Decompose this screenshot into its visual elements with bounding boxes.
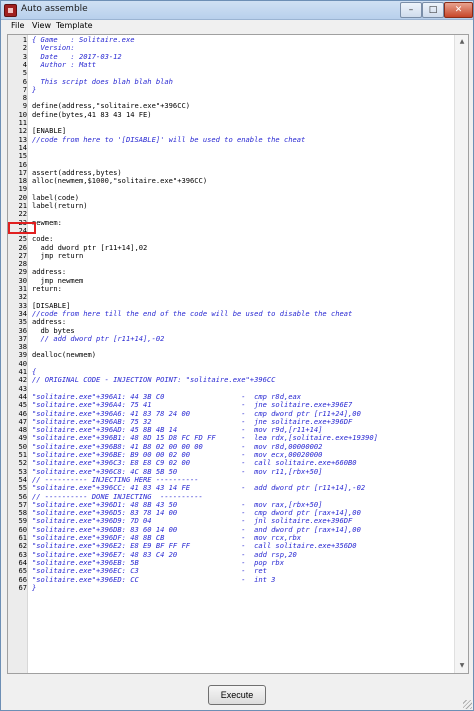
code-line[interactable]: 28: [8, 259, 454, 268]
code-line[interactable]: 66 "solitaire.exe"+396ED: CC - int 3: [8, 574, 454, 584]
code-text: label(return): [32, 201, 88, 210]
code-line[interactable]: 7}: [8, 84, 454, 94]
code-line[interactable]: 32: [8, 292, 454, 301]
execute-button[interactable]: Execute: [208, 685, 266, 705]
code-editor[interactable]: 1{ Game : Solitaire.exe 2 Version: 3 Date …: [7, 34, 469, 674]
resize-grip-icon[interactable]: [463, 700, 472, 709]
code-text: newmem:: [32, 217, 62, 227]
code-text: // ORIGINAL CODE - INJECTION POINT: "sol…: [32, 375, 276, 385]
code-line[interactable]: 15: [8, 151, 454, 160]
scroll-down-arrow-icon[interactable]: ▼: [456, 660, 468, 672]
maximize-button[interactable]: □: [422, 2, 444, 18]
menu-template[interactable]: Template: [56, 21, 93, 30]
menu-file[interactable]: File: [11, 21, 24, 30]
line-number: 67: [18, 582, 27, 592]
code-line[interactable]: 23 newmem:: [8, 217, 454, 227]
code-line[interactable]: 31 return:: [8, 284, 454, 293]
code-text: }: [32, 582, 37, 592]
code-line[interactable]: 35 address:: [8, 317, 454, 326]
code-text: jmp return: [32, 250, 84, 260]
minimize-button[interactable]: –: [400, 2, 422, 18]
app-icon: [4, 4, 17, 17]
menu-bar: File View Template: [1, 20, 473, 33]
window-title: Auto assemble: [21, 4, 88, 14]
title-bar[interactable]: Auto assemble – □ ✕: [1, 1, 473, 20]
code-line[interactable]: 10 define(bytes,41 83 43 14 FE): [8, 109, 454, 119]
code-line[interactable]: 22: [8, 209, 454, 218]
code-line[interactable]: 21 label(return): [8, 201, 454, 210]
vertical-scrollbar[interactable]: ▲ ▼: [454, 35, 468, 673]
menu-view[interactable]: View: [32, 21, 51, 30]
code-line[interactable]: 37 // add dword ptr [r11+14],-02: [8, 333, 454, 343]
code-line[interactable]: 13//code from here to '[DISABLE]' will b…: [8, 134, 454, 144]
code-text: This script does blah blah blah: [32, 76, 173, 86]
code-text: Author : Matt: [32, 59, 97, 69]
code-line[interactable]: 6 This script does blah blah blah: [8, 76, 454, 86]
code-line[interactable]: 40: [8, 359, 454, 368]
code-line[interactable]: 24: [8, 226, 454, 235]
code-line[interactable]: 27 jmp return: [8, 250, 454, 260]
code-line[interactable]: 39 dealloc(newmem): [8, 350, 454, 360]
code-line[interactable]: 1{ Game : Solitaire.exe: [8, 35, 454, 44]
code-text: alloc(newmem,$1000,"solitaire.exe"+396CC…: [32, 176, 208, 186]
code-text: dealloc(newmem): [32, 350, 97, 360]
code-line[interactable]: 11: [8, 118, 454, 127]
code-line[interactable]: 18 alloc(newmem,$1000,"solitaire.exe"+396…: [8, 176, 454, 186]
code-text: "solitaire.exe"+396ED: CC - int 3: [32, 574, 276, 584]
code-line[interactable]: 34//code from here till the end of the c…: [8, 308, 454, 318]
code-line[interactable]: 14: [8, 143, 454, 152]
code-area[interactable]: 1{ Game : Solitaire.exe 2 Version: 3 Date …: [8, 35, 454, 673]
close-button[interactable]: ✕: [444, 2, 473, 18]
scroll-up-arrow-icon[interactable]: ▲: [456, 36, 468, 48]
highlighted-line-marker: [8, 222, 36, 234]
code-text: // add dword ptr [r11+14],-02: [32, 333, 165, 343]
code-text: //code from here to '[DISABLE]' will be …: [32, 134, 306, 144]
code-text: }: [32, 84, 37, 94]
code-line[interactable]: 30 jmp newmem: [8, 276, 454, 285]
code-line[interactable]: 67}: [8, 582, 454, 592]
code-text: return:: [32, 284, 62, 293]
code-text: //code from here till the end of the cod…: [32, 308, 353, 318]
auto-assemble-window: Auto assemble – □ ✕ File View Template 1…: [0, 0, 474, 711]
code-line[interactable]: 4 Author : Matt: [8, 59, 454, 69]
code-line[interactable]: 42// ORIGINAL CODE - INJECTION POINT: "s…: [8, 375, 454, 385]
code-text: define(bytes,41 83 43 14 FE): [32, 109, 152, 119]
